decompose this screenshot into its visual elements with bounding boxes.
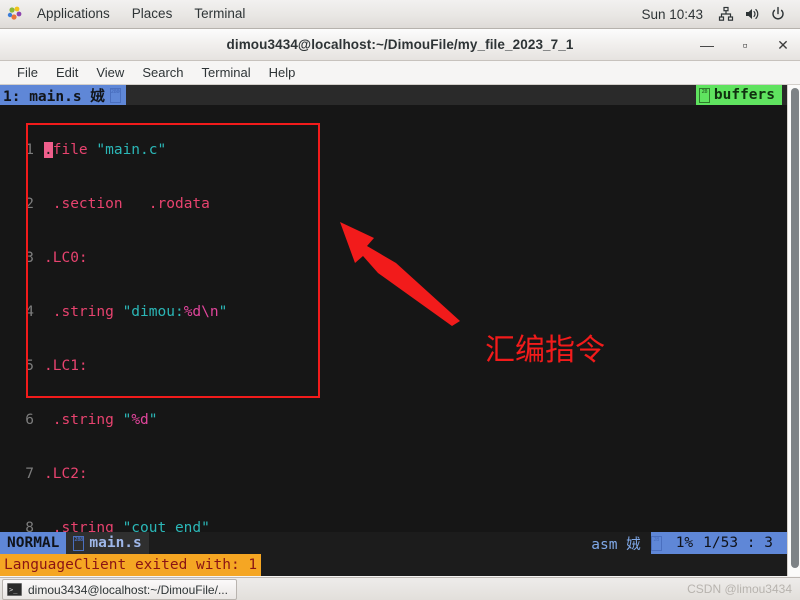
vim-statusline: NORMAL 2880 main.s asm 娀 28 1% 1/53 : 3 <box>0 532 787 554</box>
code-line: 1 .file "main.c" <box>0 141 787 159</box>
languageclient-warning: LanguageClient exited with: 1 <box>0 554 262 576</box>
code-line: 7 .LC2: <box>0 465 787 483</box>
terminal-window: dimou3434@localhost:~/DimouFile/my_file_… <box>0 29 800 577</box>
terminal-icon: >_ <box>7 583 22 596</box>
power-icon[interactable] <box>766 3 790 25</box>
window-titlebar[interactable]: dimou3434@localhost:~/DimouFile/my_file_… <box>0 29 800 61</box>
panel-menu-places[interactable]: Places <box>121 3 184 25</box>
terminal-scrollbar[interactable] <box>787 85 800 576</box>
minimize-button[interactable]: — <box>698 36 716 54</box>
code-line: 4 .string "dimou:%d\n" <box>0 303 787 321</box>
status-position-group: 28 1% 1/53 : 3 <box>650 532 787 554</box>
panel-tray: Sun 10:43 <box>632 3 800 26</box>
panel-menu-terminal[interactable]: Terminal <box>183 3 256 25</box>
vim-tabline: 1: main.s 娀 2880 28 buffers <box>0 85 787 105</box>
line-number: 4 <box>25 304 34 320</box>
status-percent: 1% <box>675 535 694 551</box>
window-controls: — ▫ ✕ <box>698 29 792 61</box>
line-number: 2 <box>25 196 34 212</box>
status-position: 1/53 : 3 <box>703 535 773 551</box>
status-filetype: asm 娀 <box>581 532 651 554</box>
menu-help[interactable]: Help <box>260 63 305 82</box>
code-line: 6 .string "%d" <box>0 411 787 429</box>
terminal-body[interactable]: 1: main.s 娀 2880 28 buffers 1.file "main… <box>0 85 800 576</box>
status-file-glyph-icon: 2880 <box>73 535 85 551</box>
code-line: 2 .section .rodata <box>0 195 787 213</box>
line-number: 1 <box>25 142 34 158</box>
panel-clock[interactable]: Sun 10:43 <box>632 3 712 26</box>
annotation-label: 汇编指令 <box>485 333 605 368</box>
watermark: CSDN @limou3434 <box>687 582 792 596</box>
menu-edit[interactable]: Edit <box>47 63 87 82</box>
tab-main-s[interactable]: 1: main.s 娀 2880 <box>0 85 126 105</box>
taskbar-item-label: dimou3434@localhost:~/DimouFile/... <box>28 582 228 597</box>
line-number: 7 <box>25 466 34 482</box>
menu-terminal[interactable]: Terminal <box>193 63 260 82</box>
panel-menus: Applications Places Terminal <box>0 3 256 25</box>
network-icon[interactable] <box>714 3 738 25</box>
code-area[interactable]: 1 .file "main.c" 2 .section .rodata 3 .LC0… <box>0 105 787 576</box>
status-filename: 2880 main.s <box>66 532 149 554</box>
menubar: File Edit View Search Terminal Help <box>0 61 800 85</box>
window-title: dimou3434@localhost:~/DimouFile/my_file_… <box>226 37 574 52</box>
status-pos-glyph-icon: 28 <box>650 535 662 551</box>
buffers-glyph-icon: 28 <box>698 87 710 103</box>
tab-glyph-icon: 2880 <box>109 87 121 103</box>
menu-file[interactable]: File <box>8 63 47 82</box>
line-number: 6 <box>25 412 34 428</box>
line-number: 5 <box>25 358 34 374</box>
buffers-label: buffers <box>713 87 775 103</box>
menu-view[interactable]: View <box>87 63 133 82</box>
desktop-taskbar: >_ dimou3434@localhost:~/DimouFile/... C… <box>0 577 800 600</box>
code-line: 5 .LC1: <box>0 357 787 375</box>
terminal-scrollbar-thumb[interactable] <box>791 88 799 568</box>
menu-search[interactable]: Search <box>133 63 192 82</box>
close-button[interactable]: ✕ <box>774 36 792 54</box>
tab-buffers[interactable]: 28 buffers <box>695 85 782 105</box>
volume-icon[interactable] <box>740 3 764 25</box>
status-file-label: main.s <box>89 535 142 551</box>
tab-label: 1: main.s 娀 <box>3 88 105 105</box>
desktop-top-panel: Applications Places Terminal Sun 10:43 <box>0 0 800 29</box>
maximize-button[interactable]: ▫ <box>736 36 754 54</box>
code-line: 3 .LC0: <box>0 249 787 267</box>
vim-message-line: LanguageClient exited with: 1 <box>0 554 787 576</box>
taskbar-item-terminal[interactable]: >_ dimou3434@localhost:~/DimouFile/... <box>2 579 237 600</box>
line-number: 3 <box>25 250 34 266</box>
gnome-foot-icon <box>6 5 24 23</box>
statusline-filler <box>148 532 582 554</box>
status-mode: NORMAL <box>0 532 67 554</box>
panel-menu-applications[interactable]: Applications <box>26 3 121 25</box>
